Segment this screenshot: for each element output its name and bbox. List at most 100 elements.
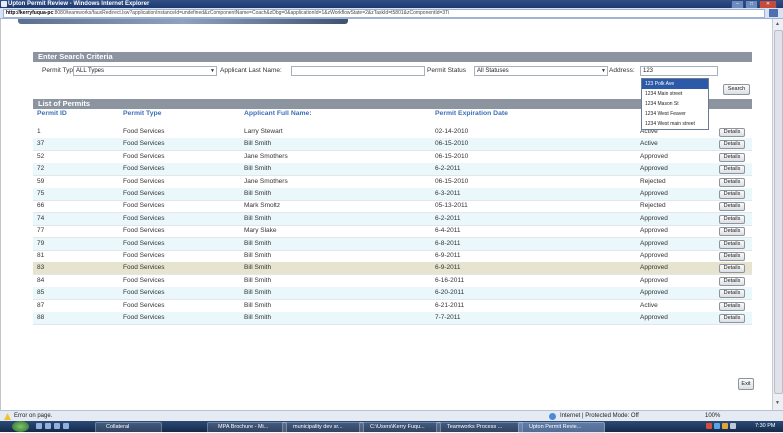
cell-id: 85 xyxy=(37,289,45,296)
address-bar: http://kerryfuqua-pc:8080/teamworks/faux… xyxy=(0,8,783,19)
cell-status: Approved xyxy=(640,190,668,197)
details-button[interactable]: Details xyxy=(719,289,745,298)
autocomplete-item[interactable]: 123 Polk Ave xyxy=(642,79,708,89)
quick-launch-icon[interactable] xyxy=(45,423,51,429)
quick-launch-icon[interactable] xyxy=(54,423,60,429)
tray-icon[interactable] xyxy=(722,423,728,429)
details-button[interactable]: Details xyxy=(719,140,745,149)
taskbar-item[interactable]: municipality dev sr... xyxy=(282,422,364,433)
column-header[interactable]: Permit Expiration Date xyxy=(435,109,508,118)
address-input[interactable]: 123 xyxy=(640,66,718,76)
cell-name: Bill Smith xyxy=(244,302,272,309)
table-row[interactable]: 77 Food Services Mary Slake 6-4-2011 Approve… xyxy=(33,225,752,238)
system-tray xyxy=(706,423,751,430)
table-row[interactable]: 37 Food Services Bill Smith 06-15-2010 Activ… xyxy=(33,138,752,151)
table-row[interactable]: 83 Food Services Bill Smith 6-9-2011 Approve… xyxy=(33,262,752,275)
cell-date: 6-4-2011 xyxy=(435,227,461,234)
cell-id: 66 xyxy=(37,202,45,209)
tray-icon[interactable] xyxy=(714,423,720,429)
cell-name: Bill Smith xyxy=(244,289,272,296)
details-button[interactable]: Details xyxy=(719,153,745,162)
details-button[interactable]: Details xyxy=(719,178,745,187)
permit-type-select[interactable]: ALL Types ▼ xyxy=(73,66,217,76)
cell-type: Food Services xyxy=(123,264,165,271)
cell-id: 75 xyxy=(37,190,45,197)
details-button[interactable]: Details xyxy=(719,128,745,137)
search-button[interactable]: Search xyxy=(723,84,750,95)
cell-type: Food Services xyxy=(123,302,165,309)
quick-launch xyxy=(36,423,88,430)
details-button[interactable]: Details xyxy=(719,252,745,261)
exit-button[interactable]: Exit xyxy=(738,378,754,390)
zoom-level[interactable]: 100% xyxy=(705,412,720,421)
cell-name: Larry Stewart xyxy=(244,128,283,135)
taskbar-item[interactable]: C:\Users\Kerry Fuqu... xyxy=(359,422,441,433)
details-button[interactable]: Details xyxy=(719,314,745,323)
taskbar-item[interactable]: Teamworks Process ... xyxy=(436,422,523,433)
autocomplete-item[interactable]: 1234 Main street xyxy=(642,89,708,99)
cell-id: 74 xyxy=(37,215,45,222)
security-zone[interactable]: Internet | Protected Mode: Off xyxy=(560,412,639,421)
cell-name: Bill Smith xyxy=(244,240,272,247)
url-field[interactable]: http://kerryfuqua-pc:8080/teamworks/faux… xyxy=(3,9,765,18)
cell-type: Food Services xyxy=(123,128,165,135)
start-orb-icon[interactable] xyxy=(12,421,29,432)
cell-status: Approved xyxy=(640,289,668,296)
table-row[interactable]: 88 Food Services Bill Smith 7-7-2011 Approve… xyxy=(33,312,752,325)
cell-status: Approved xyxy=(640,252,668,259)
scroll-up-icon[interactable]: ▲ xyxy=(773,20,782,28)
cell-name: Mary Slake xyxy=(244,227,277,234)
cell-date: 7-7-2011 xyxy=(435,314,461,321)
column-header[interactable]: Applicant Full Name: xyxy=(244,109,312,118)
taskbar-item[interactable]: Collateral xyxy=(95,422,162,433)
cell-name: Bill Smith xyxy=(244,215,272,222)
quick-launch-icon[interactable] xyxy=(63,423,69,429)
scroll-down-icon[interactable]: ▼ xyxy=(773,399,782,407)
details-button[interactable]: Details xyxy=(719,277,745,286)
error-message[interactable]: Error on page. xyxy=(14,412,52,421)
cell-status: Approved xyxy=(640,215,668,222)
last-name-input[interactable] xyxy=(291,66,425,76)
autocomplete-item[interactable]: 1234 Mason St xyxy=(642,99,708,109)
cell-name: Jane Smothers xyxy=(244,178,288,185)
cell-id: 77 xyxy=(37,227,45,234)
details-button[interactable]: Details xyxy=(719,227,745,236)
autocomplete-item[interactable]: 1234 West Feaver xyxy=(642,109,708,119)
details-button[interactable]: Details xyxy=(719,215,745,224)
table-row[interactable]: 85 Food Services Bill Smith 6-20-2011 Approv… xyxy=(33,287,752,300)
column-header[interactable]: Permit ID xyxy=(37,109,67,118)
details-button[interactable]: Details xyxy=(719,165,745,174)
cell-id: 37 xyxy=(37,140,45,147)
search-section-header: Enter Search Criteria xyxy=(33,52,752,62)
cell-date: 06-15-2010 xyxy=(435,178,469,185)
warning-icon[interactable] xyxy=(4,413,11,420)
cell-id: 79 xyxy=(37,240,45,247)
details-button[interactable]: Details xyxy=(719,190,745,199)
taskbar-item[interactable]: MPA Brochure - Mi... xyxy=(207,422,287,433)
tray-icon[interactable] xyxy=(706,423,712,429)
cell-status: Approved xyxy=(640,227,668,234)
table-row[interactable]: 72 Food Services Bill Smith 6-2-2011 Approve… xyxy=(33,163,752,176)
cell-type: Food Services xyxy=(123,289,165,296)
quick-launch-icon[interactable] xyxy=(36,423,42,429)
details-button[interactable]: Details xyxy=(719,302,745,311)
taskbar-item[interactable]: Upton Permit Revie... xyxy=(518,422,605,433)
cell-type: Food Services xyxy=(123,165,165,172)
scrollbar-thumb[interactable] xyxy=(774,30,783,394)
page-banner xyxy=(18,19,348,24)
cell-type: Food Services xyxy=(123,240,165,247)
details-button[interactable]: Details xyxy=(719,264,745,273)
permit-status-select[interactable]: All Statuses ▼ xyxy=(474,66,608,76)
cell-name: Jane Smothers xyxy=(244,153,288,160)
tray-icon[interactable] xyxy=(730,423,736,429)
autocomplete-item[interactable]: 1234 West main street xyxy=(642,119,708,129)
details-button[interactable]: Details xyxy=(719,240,745,249)
column-header[interactable]: Permit Type xyxy=(123,109,161,118)
cell-id: 88 xyxy=(37,314,45,321)
cell-date: 06-15-2010 xyxy=(435,140,469,147)
clock[interactable]: 7:30 PM xyxy=(755,422,775,431)
table-row[interactable]: 66 Food Services Mark Smoltz 05-13-2011 Reje… xyxy=(33,200,752,213)
details-button[interactable]: Details xyxy=(719,202,745,211)
cell-date: 6-8-2011 xyxy=(435,240,461,247)
go-icon[interactable] xyxy=(769,9,778,17)
